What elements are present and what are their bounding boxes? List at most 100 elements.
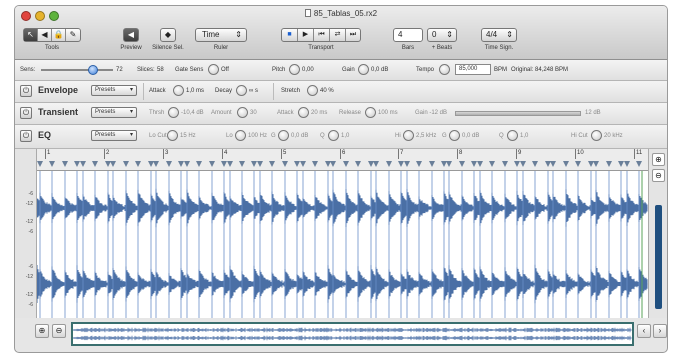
tempo-knob[interactable]: [439, 64, 450, 75]
pitch-knob[interactable]: [289, 64, 300, 75]
hicut-knob[interactable]: [591, 130, 602, 141]
slice-marker-handle[interactable]: [330, 161, 336, 167]
slice-marker-handle[interactable]: [166, 161, 172, 167]
timesig-select[interactable]: 4/4 ⇕: [481, 28, 517, 42]
hi-gain-knob[interactable]: [449, 130, 460, 141]
arrow-tool-icon[interactable]: ↖: [24, 29, 38, 41]
release-knob[interactable]: [365, 107, 376, 118]
attack-knob[interactable]: [173, 85, 184, 96]
slice-marker-handle[interactable]: [575, 161, 581, 167]
db-scale-column: -6 -12 -12 -6 -6 -12 -12 -6: [15, 149, 37, 318]
zoom-in-icon[interactable]: ⊕: [652, 153, 665, 166]
slice-marker-handle[interactable]: [520, 161, 526, 167]
thresh-knob[interactable]: [168, 107, 179, 118]
scroll-right-button[interactable]: ›: [653, 324, 667, 338]
hicut-label: Hi Cut: [571, 133, 588, 139]
slice-marker-handle[interactable]: [624, 161, 630, 167]
stop-icon[interactable]: ■: [282, 29, 298, 41]
ruler-select[interactable]: Time ⇕: [195, 28, 247, 42]
slice-marker-handle[interactable]: [593, 161, 599, 167]
eq-presets-button[interactable]: Presets: [91, 130, 137, 141]
speaker-tool-icon[interactable]: ◀: [38, 29, 52, 41]
slice-marker-handle[interactable]: [49, 161, 55, 167]
play-icon[interactable]: ▶: [298, 29, 314, 41]
gate-sens-knob[interactable]: [208, 64, 219, 75]
slice-marker-handle[interactable]: [459, 161, 465, 167]
zoom-out-icon[interactable]: ⊖: [652, 169, 665, 182]
waveform-view[interactable]: [36, 171, 648, 318]
slice-marker-handle[interactable]: [184, 161, 190, 167]
slice-marker-handle[interactable]: [227, 161, 233, 167]
slice-marker-handle[interactable]: [550, 161, 556, 167]
gain-knob[interactable]: [358, 64, 369, 75]
slice-marker-handle[interactable]: [92, 161, 98, 167]
slice-marker-handle[interactable]: [563, 161, 569, 167]
slice-marker-handle[interactable]: [37, 161, 43, 167]
overview-navigator[interactable]: [71, 322, 634, 346]
slice-marker-handle[interactable]: [312, 161, 318, 167]
slice-marker-handle[interactable]: [110, 161, 116, 167]
transient-power-icon[interactable]: ⏻: [20, 107, 32, 119]
slice-marker-handle[interactable]: [153, 161, 159, 167]
slice-marker-handle[interactable]: [532, 161, 538, 167]
thresh-value: -10,4 dB: [181, 110, 204, 116]
zoom-out-button[interactable]: ⊖: [52, 324, 66, 338]
lo-gain-knob[interactable]: [278, 130, 289, 141]
slice-marker-handle[interactable]: [123, 161, 129, 167]
slice-marker-handle[interactable]: [416, 161, 422, 167]
locut-knob[interactable]: [167, 130, 178, 141]
slice-marker-handle[interactable]: [489, 161, 495, 167]
stretch-knob[interactable]: [307, 85, 318, 96]
lo-freq-knob[interactable]: [235, 130, 246, 141]
pencil-tool-icon[interactable]: ✎: [66, 29, 80, 41]
hi-freq-knob[interactable]: [403, 130, 414, 141]
transient-presets-button[interactable]: Presets: [91, 107, 137, 118]
slice-marker-handle[interactable]: [355, 161, 361, 167]
sens-slider-thumb[interactable]: [87, 65, 98, 75]
slice-marker-handle[interactable]: [62, 161, 68, 167]
vertical-zoom-slider[interactable]: [655, 205, 662, 309]
slice-marker-handle[interactable]: [300, 161, 306, 167]
slice-marker-handle[interactable]: [343, 161, 349, 167]
slice-marker-handle[interactable]: [502, 161, 508, 167]
scroll-left-button[interactable]: ‹: [637, 324, 651, 338]
envelope-power-icon[interactable]: ⏻: [20, 85, 32, 97]
hi-q-knob[interactable]: [507, 130, 518, 141]
transient-gain-slider[interactable]: [455, 111, 581, 116]
slice-marker-handle[interactable]: [446, 161, 452, 167]
lo-q-knob[interactable]: [328, 130, 339, 141]
slice-marker-handle[interactable]: [135, 161, 141, 167]
slice-marker-handle[interactable]: [80, 161, 86, 167]
slice-marker-handle[interactable]: [196, 161, 202, 167]
slice-marker-handle[interactable]: [636, 161, 642, 167]
decay-knob[interactable]: [236, 85, 247, 96]
transient-attack-knob[interactable]: [298, 107, 309, 118]
slice-marker-handle[interactable]: [477, 161, 483, 167]
bars-field[interactable]: 4: [393, 28, 423, 42]
tempo-field[interactable]: 85,000: [455, 64, 491, 75]
preview-button[interactable]: ◀: [123, 28, 139, 42]
bar-ruler[interactable]: 1 2 3 4 5 6 7 8 9 10 11: [37, 149, 648, 171]
eq-power-icon[interactable]: ⏻: [20, 130, 32, 142]
slice-marker-handle[interactable]: [429, 161, 435, 167]
beats-field[interactable]: 0 ⇕: [427, 28, 457, 42]
amount-knob[interactable]: [237, 107, 248, 118]
slice-marker-handle[interactable]: [386, 161, 392, 167]
slice-marker-handle[interactable]: [209, 161, 215, 167]
slice-marker-handle[interactable]: [606, 161, 612, 167]
sens-slider-track[interactable]: [41, 69, 113, 71]
zoom-in-button[interactable]: ⊕: [35, 324, 49, 338]
silence-selected-button[interactable]: ◆: [160, 28, 176, 42]
forward-icon[interactable]: ⏭: [346, 29, 360, 41]
rewind-icon[interactable]: ⏮: [314, 29, 330, 41]
lock-tool-icon[interactable]: 🔒: [52, 29, 66, 41]
slice-marker-handle[interactable]: [282, 161, 288, 167]
envelope-presets-button[interactable]: Presets: [91, 85, 137, 96]
loop-icon[interactable]: ⇄: [330, 29, 346, 41]
slice-marker-handle[interactable]: [404, 161, 410, 167]
slice-marker-handle[interactable]: [239, 161, 245, 167]
slice-marker-handle[interactable]: [269, 161, 275, 167]
ruler-bar-tick: [634, 149, 635, 159]
slice-marker-handle[interactable]: [373, 161, 379, 167]
slice-marker-handle[interactable]: [257, 161, 263, 167]
